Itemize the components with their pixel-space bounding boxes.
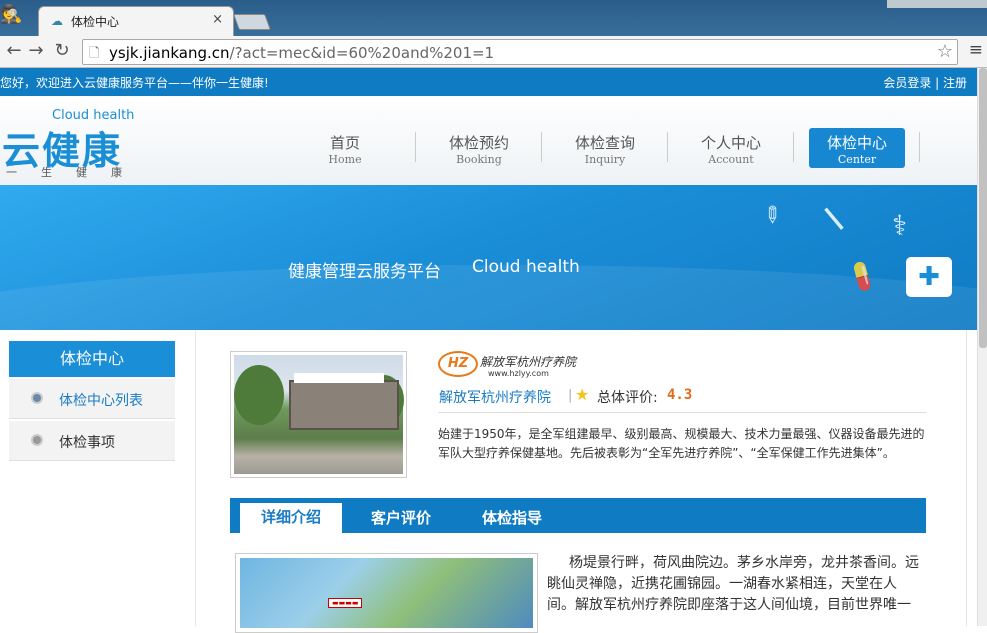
article-text: 杨堤景行畔，荷风曲院边。茅乡水岸旁，龙井茶香间。远眺仙灵禅隐，近携花圃锦园。一湖…	[547, 555, 919, 613]
logo-slogan: 一生健康	[6, 166, 146, 179]
map-tag: ▬▬▬▬	[328, 598, 363, 608]
nav-divider	[919, 132, 920, 162]
nav-divider	[793, 132, 794, 162]
reload-icon[interactable]: ↻	[50, 40, 74, 61]
tab-close-icon[interactable]: ×	[212, 12, 223, 27]
sidebar-item-label: 体检事项	[59, 435, 115, 451]
sidebar-item-exam-items[interactable]: 体检事项	[9, 421, 175, 461]
sidebar-item-center-list[interactable]: 体检中心列表	[9, 379, 175, 419]
nav-home[interactable]: 首页 Home	[290, 128, 400, 168]
tab-details[interactable]: 详细介绍	[240, 503, 342, 533]
sidebar: 体检中心 体检中心列表 体检事项	[9, 341, 175, 461]
new-tab-button[interactable]	[233, 14, 271, 30]
rating-separator: |	[568, 388, 573, 403]
address-bar[interactable]: 🗋 ysjk.jiankang.cn/?act=mec&id=60%20and%…	[82, 39, 958, 65]
nav-booking[interactable]: 体检预约 Booking	[424, 128, 534, 168]
site-header: Cloud health 云健康 一生健康 首页 Home 体检预约 Booki…	[0, 96, 977, 185]
divider	[438, 412, 926, 413]
column-divider	[195, 330, 196, 626]
forward-icon[interactable]: →	[24, 40, 48, 61]
site-topbar: 您好，欢迎进入云健康服务平台——伴你一生健康! 会员登录 | 注册	[0, 68, 977, 96]
tab-title: 体检中心	[71, 15, 120, 29]
nav-divider	[415, 132, 416, 162]
nav-inquiry[interactable]: 体检查询 Inquiry	[550, 128, 660, 168]
browser-titlebar: 🕵 ☁ 体检中心 ×	[0, 0, 987, 36]
back-icon[interactable]: ←	[2, 40, 26, 61]
browser-tab[interactable]: ☁ 体检中心 ×	[38, 6, 234, 36]
sidebar-heading: 体检中心	[9, 341, 175, 377]
favicon-icon: ☁	[51, 14, 63, 28]
welcome-text: 您好，欢迎进入云健康服务平台——伴你一生健康!	[0, 76, 269, 90]
banner-title: 健康管理云服务平台	[288, 262, 441, 282]
hospital-photo	[230, 351, 407, 478]
hospital-logo: HZ 解放军杭州疗养院 www.hzlyy.com	[438, 349, 578, 379]
hospital-logo-mark: HZ	[438, 351, 478, 377]
bullet-icon	[31, 392, 43, 404]
url-path: /?act=mec&id=60%20and%201=1	[229, 44, 495, 62]
nav-account[interactable]: 个人中心 Account	[676, 128, 786, 168]
hospital-description: 始建于1950年，是全军组建最早、级别最高、规模最大、技术力量最强、仪器设备最先…	[438, 427, 925, 460]
sidebar-item-label: 体检中心列表	[59, 393, 143, 409]
detail-tabs: 详细介绍 客户评价 体检指导	[230, 498, 926, 533]
nav-divider	[667, 132, 668, 162]
page-scrollbar[interactable]	[977, 68, 987, 626]
medical-kit-icon: ✚	[906, 257, 952, 297]
nav-divider	[541, 132, 542, 162]
nav-center[interactable]: 体检中心 Center	[809, 128, 905, 168]
url-host: ysjk.jiankang.cn	[109, 44, 230, 62]
tab-guide[interactable]: 体检指导	[482, 507, 542, 528]
thermometer-icon: ┃	[821, 205, 848, 234]
incognito-icon: 🕵	[0, 4, 23, 25]
page-icon: 🗋	[89, 46, 100, 61]
map-image: ▬▬▬▬	[235, 553, 538, 633]
scrollbar-thumb[interactable]	[979, 68, 987, 348]
menu-icon[interactable]: ≡	[969, 40, 983, 60]
window-controls[interactable]	[887, 0, 987, 8]
gate-image	[289, 380, 399, 430]
bookmark-star-icon[interactable]: ☆	[937, 41, 953, 62]
hero-banner: 健康管理云服务平台 Cloud health ✎ ┃ ⚕ 💊 ✚	[0, 185, 977, 330]
rating-label: 总体评价:	[597, 390, 658, 406]
stethoscope-icon: ⚕	[892, 209, 908, 242]
tab-reviews[interactable]: 客户评价	[371, 507, 431, 528]
banner-subtitle: Cloud health	[472, 257, 580, 277]
hospital-name-link[interactable]: 解放军杭州疗养院	[439, 387, 551, 407]
rating-value: 4.3	[667, 387, 693, 403]
login-register-link[interactable]: 会员登录 | 注册	[883, 74, 967, 91]
content-border	[966, 330, 967, 626]
browser-toolbar: ← → ↻ 🗋 ysjk.jiankang.cn/?act=mec&id=60%…	[0, 36, 987, 68]
rating-star-icon: ★	[575, 385, 590, 404]
bullet-icon	[31, 434, 43, 446]
syringe-icon: ✎	[755, 200, 787, 231]
